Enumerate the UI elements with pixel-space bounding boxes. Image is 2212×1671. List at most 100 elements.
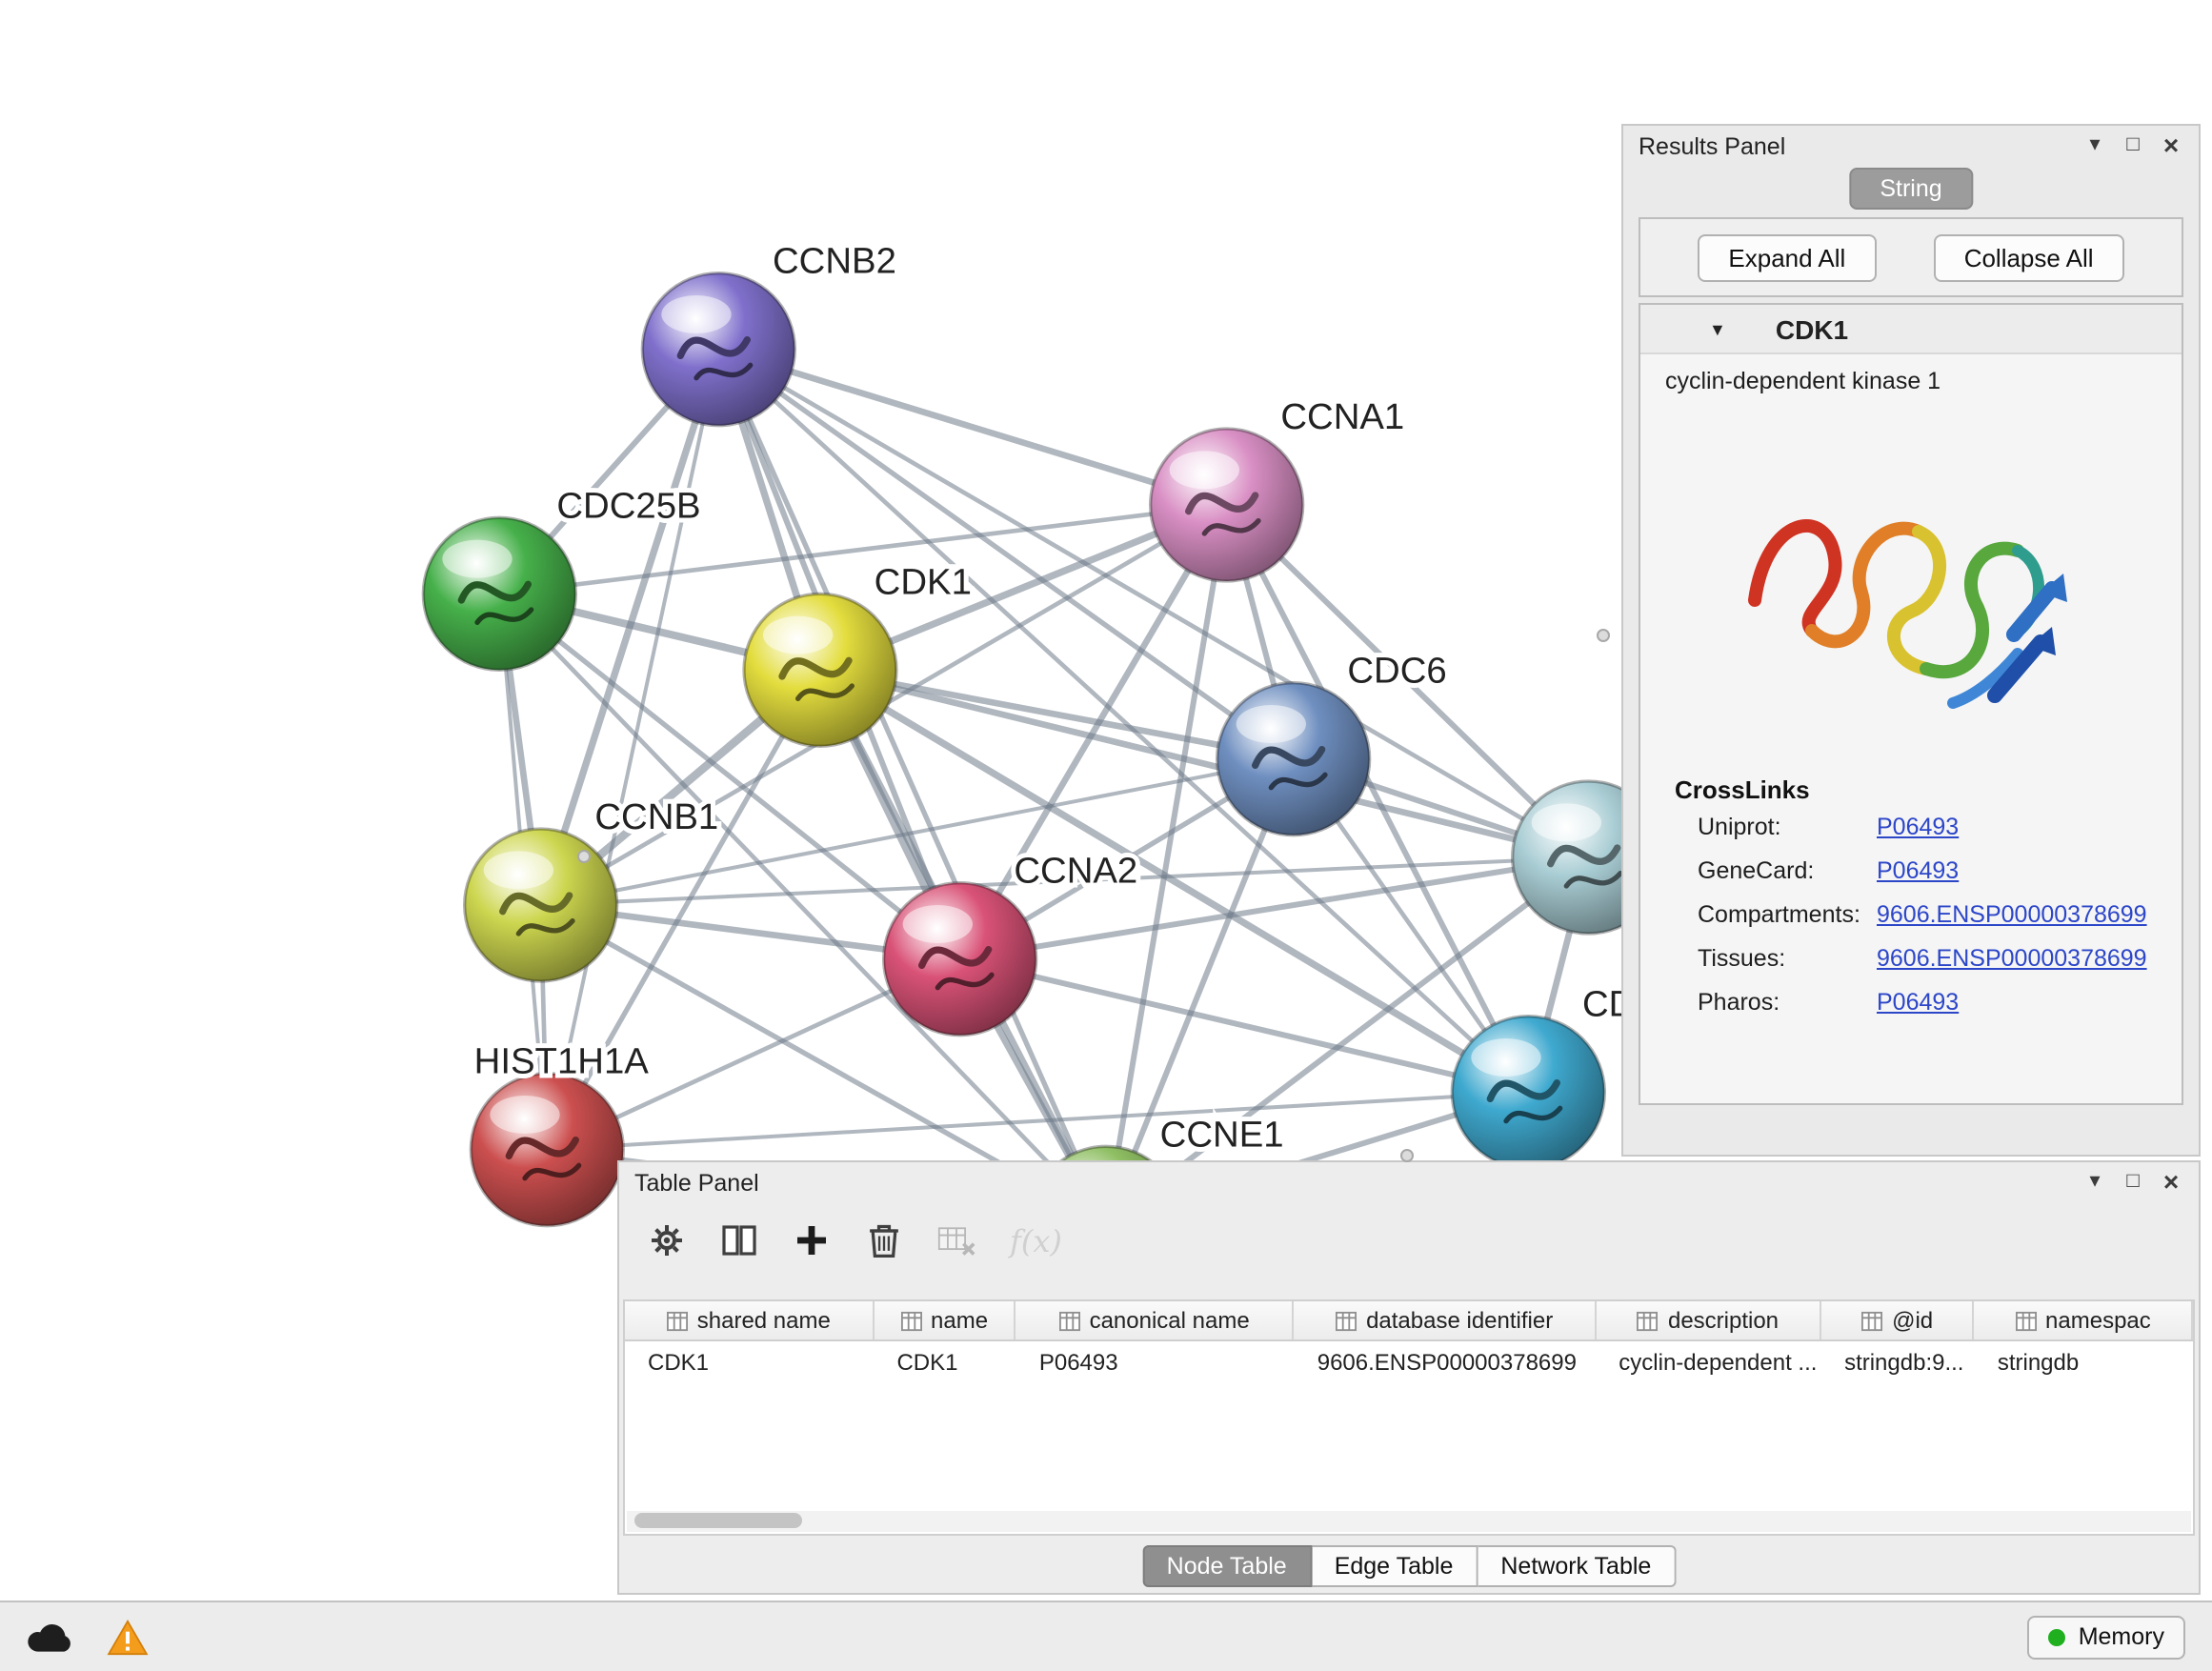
node-label-cdc6: CDC6 <box>1347 651 1446 692</box>
plus-icon <box>793 1221 831 1259</box>
table-panel-header: Table Panel ▾ □ × <box>619 1162 2199 1202</box>
gene-description: cyclin-dependent kinase 1 <box>1640 354 2182 394</box>
column-header[interactable]: canonical name <box>1016 1301 1295 1339</box>
network-view: CCNB2CCNA1CDC25BCDK1CDC6RB1CCNB1CCNA2CDK… <box>0 0 979 1023</box>
results-panel-header: Results Panel ▾ □ × <box>1623 126 2199 166</box>
results-actions: Expand All Collapse All <box>1639 217 2183 297</box>
horizontal-scrollbar[interactable] <box>627 1511 2191 1532</box>
network-node-ccnb1[interactable] <box>465 829 617 981</box>
table-panel: Table Panel ▾ □ × f(x) <box>617 1160 2201 1595</box>
memory-button[interactable]: Memory <box>2027 1615 2185 1659</box>
crosslink-label: GeneCard: <box>1698 856 1877 883</box>
network-edge[interactable] <box>718 350 1226 505</box>
table-settings-button[interactable] <box>648 1221 686 1259</box>
crosslink-uniprot-link[interactable]: P06493 <box>1877 813 1959 839</box>
crosslink-label: Tissues: <box>1698 944 1877 971</box>
network-edge[interactable] <box>718 350 1106 1223</box>
panel-close-icon[interactable]: × <box>2159 1170 2183 1195</box>
status-bar: Memory <box>0 1601 2212 1671</box>
crosslink-tissues-link[interactable]: 9606.ENSP00000378699 <box>1877 944 2147 971</box>
cloud-button[interactable] <box>27 1621 72 1653</box>
create-column-button[interactable] <box>793 1221 831 1259</box>
node-label-ccna2: CCNA2 <box>1014 851 1137 892</box>
crosslink-genecard-link[interactable]: P06493 <box>1877 856 1959 883</box>
column-icon <box>1336 1310 1357 1331</box>
network-node-ccnb2[interactable] <box>642 273 794 426</box>
node-label-cdc25b: CDC25B <box>556 485 700 526</box>
network-node-cdk1[interactable] <box>744 594 896 746</box>
network-node-cdkn1a[interactable] <box>1452 1017 1604 1169</box>
splitter-handle[interactable] <box>1597 629 1610 642</box>
column-icon <box>1059 1310 1080 1331</box>
column-header[interactable]: description <box>1597 1301 1822 1339</box>
crosslink-row: Pharos: P06493 <box>1640 979 2182 1023</box>
column-header[interactable]: database identifier <box>1295 1301 1597 1339</box>
network-node-cdc6[interactable] <box>1217 683 1370 836</box>
network-node-ccna1[interactable] <box>1151 429 1303 581</box>
string-tab[interactable]: String <box>1849 168 1972 210</box>
tab-node-table[interactable]: Node Table <box>1142 1545 1312 1587</box>
column-icon <box>667 1310 688 1331</box>
crosslink-row: Tissues: 9606.ENSP00000378699 <box>1640 936 2182 979</box>
network-node-hist1h1a[interactable] <box>471 1074 623 1226</box>
crosslinks-title: CrossLinks <box>1640 775 2182 804</box>
node-label-ccnb1: CCNB1 <box>594 796 718 837</box>
table-panel-title: Table Panel <box>634 1169 759 1196</box>
column-icon <box>1638 1310 1659 1331</box>
fx-label: f(x) <box>1010 1222 1062 1258</box>
panel-menu-icon[interactable]: ▾ <box>2082 1170 2107 1195</box>
splitter-handle[interactable] <box>577 850 591 863</box>
collapse-all-button[interactable]: Collapse All <box>1934 233 2124 281</box>
gene-symbol: CDK1 <box>1776 313 1848 344</box>
warnings-button[interactable] <box>107 1619 149 1655</box>
tab-edge-table[interactable]: Edge Table <box>1312 1545 1478 1587</box>
scrollbar-thumb[interactable] <box>634 1512 802 1527</box>
crosslink-label: Compartments: <box>1698 900 1877 927</box>
column-icon <box>900 1310 921 1331</box>
crosslink-row: GeneCard: P06493 <box>1640 848 2182 892</box>
splitter-handle[interactable] <box>1400 1149 1414 1162</box>
column-header[interactable]: shared name <box>625 1301 875 1339</box>
memory-label: Memory <box>2079 1623 2164 1650</box>
function-builder-button[interactable]: f(x) <box>1010 1222 1062 1258</box>
node-table: shared name name canonical name database… <box>623 1299 2195 1536</box>
crosslink-label: Uniprot: <box>1698 813 1877 839</box>
crosslink-row: Compartments: 9606.ENSP00000378699 <box>1640 892 2182 936</box>
table-tabs: Node Table Edge Table Network Table <box>1142 1545 1677 1587</box>
expand-all-button[interactable]: Expand All <box>1698 233 1876 281</box>
gear-icon <box>648 1221 686 1259</box>
crosslink-row: Uniprot: P06493 <box>1640 804 2182 848</box>
tab-network-table[interactable]: Network Table <box>1478 1545 1676 1587</box>
warning-icon <box>107 1619 149 1655</box>
memory-status-dot <box>2048 1628 2065 1645</box>
trash-icon <box>865 1221 903 1259</box>
panel-menu-icon[interactable]: ▾ <box>2082 133 2107 158</box>
protein-structure-image <box>1728 417 2094 760</box>
delete-table-button[interactable] <box>937 1221 975 1259</box>
application-window: Session: New Session <box>0 0 2212 1671</box>
column-icon <box>2015 1310 2036 1331</box>
node-label-ccna1: CCNA1 <box>1280 396 1404 437</box>
network-node-cdc25b[interactable] <box>423 517 575 670</box>
collapse-gene-icon[interactable]: ▼ <box>1709 319 1726 338</box>
column-header[interactable]: namespac <box>1975 1301 2193 1339</box>
table-row[interactable]: CDK1 CDK1 P06493 9606.ENSP00000378699 cy… <box>625 1341 2193 1383</box>
crosslink-pharos-link[interactable]: P06493 <box>1877 988 1959 1015</box>
delete-column-button[interactable] <box>865 1221 903 1259</box>
gene-details-box: ▼ CDK1 cyclin-dependent kinase 1 Cr <box>1639 303 2183 1105</box>
node-label-ccnb2: CCNB2 <box>773 241 896 282</box>
node-label-hist1h1a: HIST1H1A <box>474 1041 650 1082</box>
node-label-cdk1: CDK1 <box>875 561 972 602</box>
crosslink-label: Pharos: <box>1698 988 1877 1015</box>
panel-float-icon[interactable]: □ <box>2121 1170 2145 1195</box>
network-edge[interactable] <box>960 959 1529 1093</box>
column-header[interactable]: name <box>875 1301 1016 1339</box>
gene-header[interactable]: ▼ CDK1 <box>1640 305 2182 354</box>
network-node-ccna2[interactable] <box>884 883 1036 1036</box>
crosslink-compartments-link[interactable]: 9606.ENSP00000378699 <box>1877 900 2147 927</box>
panel-float-icon[interactable]: □ <box>2121 133 2145 158</box>
panel-close-icon[interactable]: × <box>2159 133 2183 158</box>
column-header[interactable]: @id <box>1821 1301 1974 1339</box>
show-columns-button[interactable] <box>720 1221 758 1259</box>
cloud-icon <box>27 1621 72 1653</box>
